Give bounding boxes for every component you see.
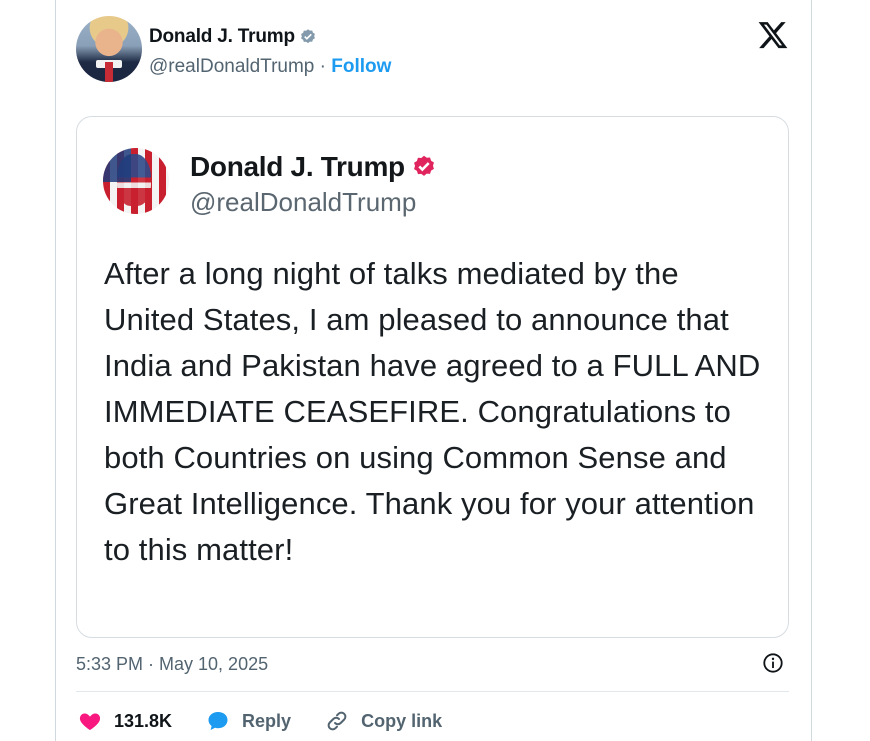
info-icon[interactable]	[762, 652, 784, 674]
author-avatar[interactable]	[76, 16, 142, 82]
verified-badge-icon	[300, 29, 315, 44]
handle-separator: ·	[314, 56, 332, 77]
reply-button[interactable]: Reply	[206, 709, 291, 733]
like-count: 131.8K	[114, 710, 173, 731]
post-actions: 131.8K Reply Copy link	[78, 707, 476, 735]
copy-link-button[interactable]: Copy link	[325, 709, 442, 733]
quoted-post[interactable]: Donald J. Trump @realDonaldTrump After a…	[76, 116, 789, 638]
post-header: Donald J. Trump @realDonaldTrump · Follo…	[76, 16, 776, 82]
quoted-name-row: Donald J. Trump	[190, 151, 437, 183]
author-name-row: Donald J. Trump	[149, 26, 317, 48]
like-button[interactable]: 131.8K	[78, 709, 172, 733]
follow-button[interactable]: Follow	[331, 56, 391, 77]
verified-badge-pink-icon	[413, 155, 434, 176]
reply-label: Reply	[242, 710, 292, 731]
author-handle-row: @realDonaldTrump · Follow	[149, 56, 391, 78]
author-name[interactable]: Donald J. Trump	[149, 26, 295, 48]
x-logo-icon[interactable]	[757, 19, 789, 51]
quoted-author-avatar[interactable]	[103, 148, 169, 214]
chat-bubble-icon	[208, 712, 228, 730]
link-icon	[327, 711, 347, 731]
author-handle[interactable]: @realDonaldTrump	[149, 56, 314, 77]
quoted-post-text: After a long night of talks mediated by …	[104, 256, 761, 567]
heart-icon	[79, 713, 101, 730]
copy-link-label: Copy link	[361, 710, 443, 731]
quoted-author-name: Donald J. Trump	[190, 151, 405, 182]
post-timestamp[interactable]: 5:33 PM · May 10, 2025	[76, 654, 268, 675]
quoted-author-handle: @realDonaldTrump	[190, 187, 417, 217]
divider	[76, 691, 789, 692]
